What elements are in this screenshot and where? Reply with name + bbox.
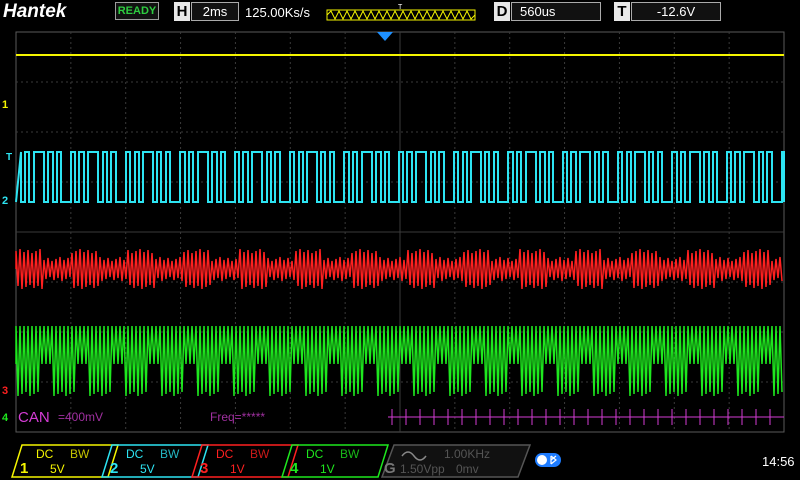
top-status-bar: Hantek READY H 2ms 125.00Ks/s T D 560us … [0, 0, 800, 24]
horizontal-label: H [174, 2, 190, 21]
ch2-trace [15, 151, 785, 203]
delay-label: D [494, 2, 510, 21]
decode-protocol-label: CAN [18, 409, 50, 426]
channel-2-number: 2 [110, 460, 119, 477]
channel-3-coupling: DC [216, 447, 234, 461]
channel-3-number: 3 [200, 460, 209, 477]
memory-position-indicator[interactable]: T [326, 4, 476, 22]
channel-4-number: 4 [290, 460, 299, 477]
channel-1-number: 1 [20, 460, 29, 477]
channel-1-panel[interactable]: 1 DC BW 5V [10, 444, 120, 478]
generator-offset: 0mv [456, 462, 479, 476]
channel-2-scale: 5V [140, 462, 155, 476]
ch3-marker: 3 [2, 385, 8, 397]
channel-markers: 1 T 2 3 4 [2, 99, 12, 424]
trigger-position-marker: T [398, 4, 403, 11]
brand-logo: Hantek [3, 1, 67, 22]
ch4-trace [15, 325, 783, 397]
channel-3-panel[interactable]: 3 DC BW 1V [190, 444, 300, 478]
delay-value[interactable]: 560us [511, 2, 601, 21]
acquisition-status[interactable]: READY [115, 2, 159, 20]
ch4-marker: 4 [2, 412, 9, 424]
bluetooth-toggle-icon[interactable] [534, 452, 562, 468]
decode-bus-ticks [388, 409, 784, 425]
trigger-position-arrow [377, 32, 393, 41]
trigger-label: T [614, 2, 630, 21]
channel-1-scale: 5V [50, 462, 65, 476]
ch3-trace [15, 248, 783, 290]
bottom-status-bar: 1 DC BW 5V 2 DC BW 5V 3 DC BW 1V 4 DC BW… [0, 440, 800, 480]
channel-1-coupling: DC [36, 447, 54, 461]
channel-3-scale: 1V [230, 462, 245, 476]
trigger-level-marker: T [6, 152, 12, 163]
generator-frequency: 1.00KHz [444, 447, 491, 461]
channel-3-bw: BW [250, 447, 270, 461]
trigger-level-value[interactable]: -12.6V [631, 2, 721, 21]
channel-2-bw: BW [160, 447, 180, 461]
waveform-display[interactable]: 1 T 2 3 4 CAN =400mV Freq=***** [0, 24, 800, 436]
channel-4-scale: 1V [320, 462, 335, 476]
channel-1-bw: BW [70, 447, 90, 461]
sample-rate: 125.00Ks/s [245, 5, 311, 20]
frequency-readout: Freq=***** [210, 410, 265, 424]
channel-2-panel[interactable]: 2 DC BW 5V [100, 444, 210, 478]
channel-4-coupling: DC [306, 447, 324, 461]
decode-threshold: =400mV [58, 410, 103, 424]
ch2-marker: 2 [2, 195, 8, 207]
generator-panel[interactable]: G 1.00KHz 1.50Vpp 0mv [380, 444, 532, 478]
channel-4-panel[interactable]: 4 DC BW 1V [280, 444, 390, 478]
channel-2-coupling: DC [126, 447, 144, 461]
generator-label: G [384, 460, 396, 477]
ch1-marker: 1 [2, 99, 8, 111]
timebase-value[interactable]: 2ms [191, 2, 239, 21]
clock: 14:56 [762, 454, 795, 469]
generator-amplitude: 1.50Vpp [400, 462, 445, 476]
channel-4-bw: BW [340, 447, 360, 461]
